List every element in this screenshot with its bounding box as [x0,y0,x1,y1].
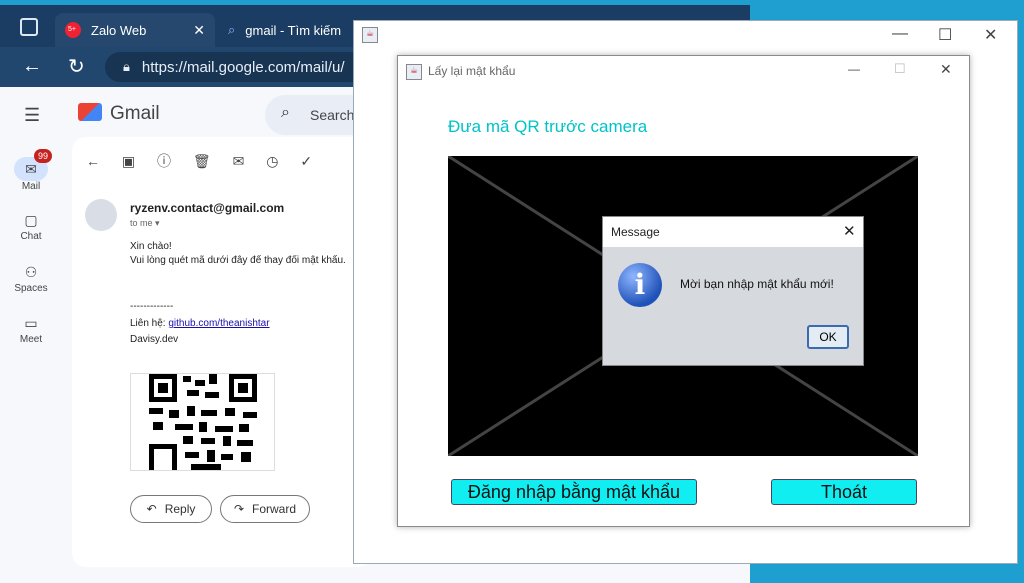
sender-email: ryzenv.contact@gmail.com [130,201,285,215]
video-icon: ▭ [24,315,38,331]
minimize-icon[interactable]: — [892,25,908,43]
ok-label: OK [819,330,837,344]
close-icon[interactable]: ✕ [984,25,997,45]
recipient-label[interactable]: to me ▾ [130,218,160,229]
search-icon: ⌕ [228,22,236,37]
spam-icon[interactable]: ⓘ [157,153,171,169]
mail-icon: ✉ 99 [14,149,53,181]
add-task-icon[interactable]: ✓ [300,153,312,169]
mail-count-badge: 99 [34,149,53,163]
nav-rail: ✉ 99 Mail ▢ Chat ⚇ Spaces ▭ Meet [0,87,62,583]
close-icon[interactable]: ✕ [940,61,952,78]
close-tab-icon[interactable]: ✕ [193,22,205,39]
rail-item-spaces[interactable]: ⚇ Spaces [0,261,62,294]
rail-item-mail[interactable]: ✉ 99 Mail [0,149,62,192]
email-toolbar: ← ▣ ⓘ 🗑︎ ✉ ◷ ✓ [86,151,312,171]
login-with-password-label: Đăng nhập bằng mật khẩu [467,481,681,502]
info-icon: i [618,263,662,307]
forward-label: Forward [252,502,297,516]
dialog-message: Mời bạn nhập mật khẩu mới! [680,277,834,291]
forward-button[interactable]: ↷ Forward [220,495,310,523]
maximize-icon[interactable]: ☐ [938,25,952,45]
url-text: https://mail.google.com/mail/u/ [141,58,345,76]
back-icon[interactable]: ← [22,55,42,78]
gmail-logo-icon [78,103,102,121]
rail-item-meet[interactable]: ▭ Meet [0,312,62,345]
email-separator: ------------- [130,301,174,312]
tab-actions-icon[interactable] [20,18,38,36]
exit-button[interactable]: Thoát [771,479,917,505]
contact-link[interactable]: github.com/theanishtar [168,318,269,329]
tab-label: Zalo Web [91,22,147,38]
reply-label: Reply [164,502,196,516]
message-dialog: Message ✕ i Mời bạn nhập mật khẩu mới! O… [602,216,864,366]
url-field[interactable]: 🔒︎ https://mail.google.com/mail/u/ [105,52,365,82]
recipient-text: to me [130,218,153,228]
java-icon: ☕︎ [362,27,378,43]
email-body: Vui lòng quét mã dưới đây để thay đổi mậ… [130,255,346,266]
window-title: Lấy lại mật khẩu [428,64,516,78]
tab-label: gmail - Tìm kiếm [245,22,342,38]
exit-label: Thoát [820,481,868,502]
email-signature: Davisy.dev [130,334,179,345]
email-card: ← ▣ ⓘ 🗑︎ ✉ ◷ ✓ ryzenv.contact@gmail.com … [72,137,372,567]
mark-unread-icon[interactable]: ✉ [233,153,245,169]
maximize-icon: ☐ [894,61,906,76]
zalo-icon: 5+ [65,22,81,38]
forward-icon: ↷ [233,502,245,516]
reply-button[interactable]: ↶ Reply [130,495,212,523]
qr-code-image[interactable] [130,373,275,471]
login-with-password-button[interactable]: Đăng nhập bằng mật khẩu [451,479,697,505]
rail-label: Mail [21,181,41,192]
rail-label: Chat [20,231,42,242]
avatar [85,199,117,231]
camera-view: Message ✕ i Mời bạn nhập mật khẩu mới! O… [448,156,918,456]
snooze-icon[interactable]: ◷ [266,153,278,169]
spaces-icon: ⚇ [24,264,38,280]
minimize-icon[interactable]: — [848,62,860,76]
qr-heading: Đưa mã QR trước camera [448,117,648,136]
search-placeholder: Search [310,107,355,123]
reset-password-window: ☕︎ Lấy lại mật khẩu — ☐ ✕ Đưa mã QR trướ… [397,55,970,527]
contact-label: Liên hệ: [130,318,166,329]
lock-icon: 🔒︎ [123,59,130,74]
reply-icon: ↶ [146,502,157,516]
rail-label: Meet [19,334,43,345]
search-icon: ⌕ [281,104,290,121]
ok-button[interactable]: OK [807,325,849,349]
gmail-logo-text: Gmail [110,103,160,124]
email-greeting: Xin chào! [130,241,172,252]
back-icon[interactable]: ← [86,153,100,169]
close-icon[interactable]: ✕ [843,222,856,240]
contact-line: Liên hệ: github.com/theanishtar [130,318,270,329]
zalo-badge: 5+ [68,26,76,33]
qr-code-graphic [149,374,257,470]
rail-item-chat[interactable]: ▢ Chat [0,209,62,242]
java-icon: ☕︎ [406,64,422,80]
rail-label: Spaces [14,283,48,294]
archive-icon[interactable]: ▣ [122,153,135,169]
delete-icon[interactable]: 🗑︎ [193,153,211,169]
tab-zalo[interactable]: 5+ Zalo Web ✕ [55,13,215,47]
dialog-titlebar: Message ✕ [603,217,863,247]
chat-icon: ▢ [24,212,38,228]
dialog-title: Message [611,225,660,239]
reload-icon[interactable]: ↻ [68,54,85,79]
